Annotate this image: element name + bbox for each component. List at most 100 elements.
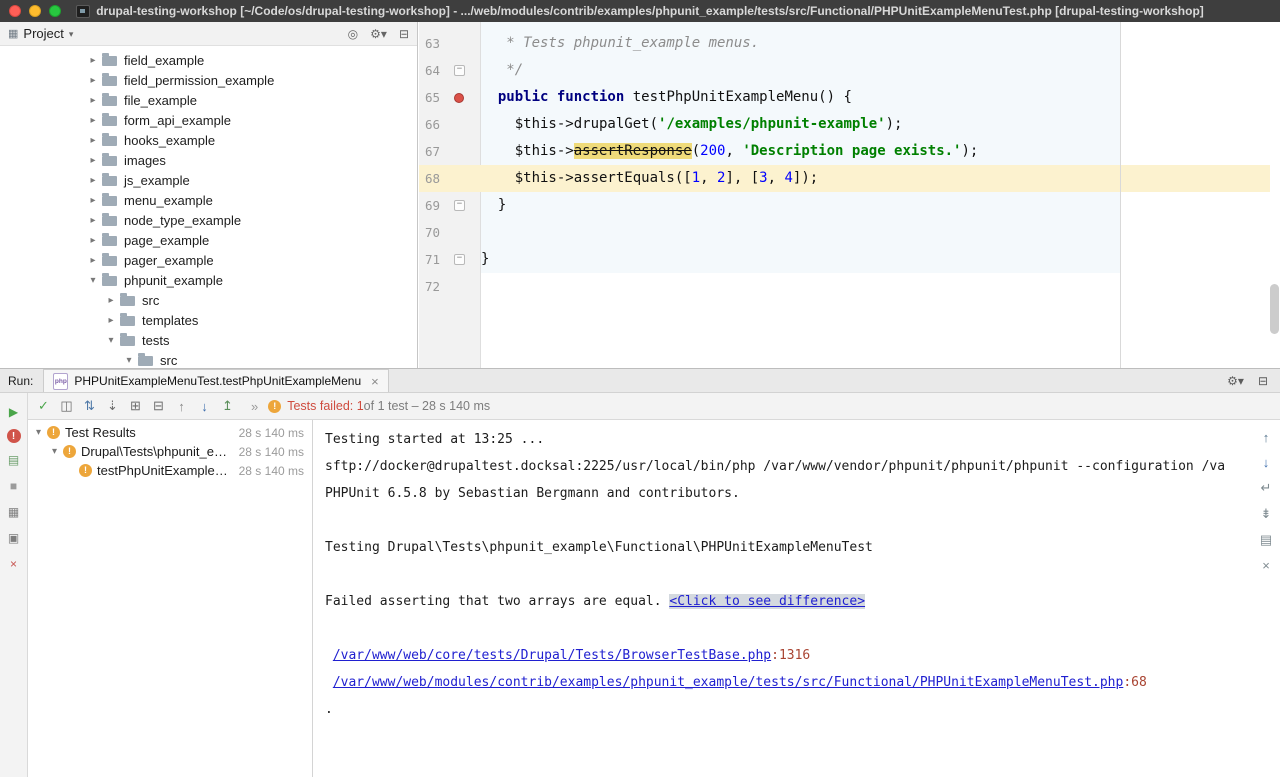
- tree-item-images[interactable]: ▸images: [0, 150, 417, 170]
- show-ignored-icon[interactable]: ◫: [55, 398, 78, 414]
- run-tab[interactable]: php PHPUnitExampleMenuTest.testPhpUnitEx…: [43, 369, 388, 392]
- tree-item-templates[interactable]: ▸ templates: [0, 310, 417, 330]
- tree-item-src[interactable]: ▾src: [0, 350, 417, 368]
- test-tree-item[interactable]: ▾!Test Results28 s 140 ms: [28, 423, 312, 442]
- clear-all-icon[interactable]: ×: [1262, 558, 1270, 573]
- sort-alphabetically-icon[interactable]: ⇅: [78, 398, 101, 414]
- editor-line-70[interactable]: 70: [419, 219, 1270, 246]
- prev-stacktrace-icon[interactable]: ↑: [1263, 430, 1270, 445]
- tests-summary-text: of 1 test – 28 s 140 ms: [364, 399, 490, 413]
- chevron-right-icon[interactable]: ▸: [86, 155, 100, 166]
- tree-item-field_example[interactable]: ▸field_example: [0, 50, 417, 70]
- tree-item-node_type_example[interactable]: ▸node_type_example: [0, 210, 417, 230]
- tree-item-js_example[interactable]: ▸js_example: [0, 170, 417, 190]
- console-text: PHPUnit 6.5.8 by Sebastian Bergmann and …: [325, 486, 740, 501]
- close-tab-icon[interactable]: ×: [371, 374, 379, 389]
- chevron-down-icon[interactable]: ▾: [32, 427, 45, 438]
- next-failed-test-icon[interactable]: ↓: [193, 399, 216, 414]
- print-icon[interactable]: ▤: [1260, 532, 1272, 548]
- rerun-failed-tests-icon[interactable]: !: [7, 429, 21, 443]
- chevron-right-icon[interactable]: ▸: [86, 255, 100, 266]
- next-stacktrace-icon[interactable]: ↓: [1263, 455, 1270, 470]
- editor-line-64[interactable]: 64− */: [419, 57, 1270, 84]
- tree-item-src[interactable]: ▸src: [0, 290, 417, 310]
- test-console[interactable]: Testing started at 13:25 ...sftp://docke…: [313, 420, 1280, 777]
- chevron-down-icon[interactable]: ▾: [104, 335, 118, 346]
- editor-line-65[interactable]: 65 public function testPhpUnitExampleMen…: [419, 84, 1270, 111]
- settings-gear-icon[interactable]: ⚙▾: [370, 27, 387, 41]
- editor-line-72[interactable]: 72: [419, 273, 1270, 300]
- restore-layout-icon[interactable]: ▣: [5, 529, 23, 547]
- minimize-window-button[interactable]: [29, 5, 41, 17]
- rerun-tests-icon[interactable]: ▶: [5, 403, 23, 421]
- toolbar-overflow-icon[interactable]: »: [251, 399, 258, 414]
- expand-all-icon[interactable]: ⊞: [124, 398, 147, 414]
- tab-row-icons: ⚙▾ ⊟: [1213, 374, 1280, 388]
- editor-line-63[interactable]: 63 * Tests phpunit_example menus.: [419, 30, 1270, 57]
- show-passed-icon[interactable]: ✓: [32, 398, 55, 414]
- hide-panel-icon[interactable]: ⊟: [399, 27, 409, 41]
- soft-wrap-icon[interactable]: ↵: [1261, 480, 1272, 496]
- close-icon[interactable]: ×: [5, 555, 23, 573]
- export-test-results-icon[interactable]: ↥: [216, 398, 239, 414]
- tree-item-file_example[interactable]: ▸file_example: [0, 90, 417, 110]
- tree-item-field_permission_example[interactable]: ▸field_permission_example: [0, 70, 417, 90]
- chevron-right-icon[interactable]: ▸: [86, 175, 100, 186]
- chevron-down-icon[interactable]: ▾: [48, 446, 61, 457]
- chevron-right-icon[interactable]: ▸: [86, 115, 100, 126]
- chevron-right-icon[interactable]: ▸: [86, 135, 100, 146]
- hide-panel-icon[interactable]: ⊟: [1258, 374, 1268, 388]
- locate-file-icon[interactable]: ◎: [348, 27, 358, 41]
- sort-by-duration-icon[interactable]: ⇣: [101, 398, 124, 414]
- dump-threads-icon[interactable]: ▦: [5, 503, 23, 521]
- test-history-icon[interactable]: ▤: [5, 451, 23, 469]
- chevron-down-icon[interactable]: ▾: [122, 355, 136, 366]
- close-window-button[interactable]: [9, 5, 21, 17]
- chevron-right-icon[interactable]: ▸: [86, 95, 100, 106]
- code-token: 3: [759, 170, 767, 186]
- chevron-down-icon[interactable]: ▾: [69, 29, 74, 40]
- stop-icon[interactable]: ■: [5, 477, 23, 495]
- tree-item-menu_example[interactable]: ▸menu_example: [0, 190, 417, 210]
- see-difference-link[interactable]: <Click to see difference>: [669, 594, 865, 609]
- editor-line-66[interactable]: 66 $this->drupalGet('/examples/phpunit-e…: [419, 111, 1270, 138]
- chevron-right-icon[interactable]: ▸: [86, 235, 100, 246]
- tree-item-tests[interactable]: ▾tests: [0, 330, 417, 350]
- scrollbar-thumb[interactable]: [1270, 284, 1279, 334]
- tree-item-pager_example[interactable]: ▸pager_example: [0, 250, 417, 270]
- chevron-right-icon[interactable]: ▸: [86, 215, 100, 226]
- tree-item-page_example[interactable]: ▸page_example: [0, 230, 417, 250]
- tree-item-form_api_example[interactable]: ▸form_api_example: [0, 110, 417, 130]
- fold-icon[interactable]: −: [454, 254, 465, 265]
- chevron-right-icon[interactable]: ▸: [104, 295, 118, 306]
- tree-item-label: templates: [142, 313, 198, 328]
- chevron-right-icon[interactable]: ▸: [86, 75, 100, 86]
- test-tree-item[interactable]: ▾!Drupal\Tests\phpunit_example\Functiona…: [28, 442, 312, 461]
- tree-item-phpunit_example[interactable]: ▾phpunit_example: [0, 270, 417, 290]
- editor-line-69[interactable]: 69− }: [419, 192, 1270, 219]
- chevron-down-icon[interactable]: ▾: [86, 275, 100, 286]
- tree-item-hooks_example[interactable]: ▸hooks_example: [0, 130, 417, 150]
- editor-line-67[interactable]: 67 $this->assertResponse(200, 'Descripti…: [419, 138, 1270, 165]
- test-tree-item[interactable]: !testPhpUnitExampleMenu28 s 140 ms: [28, 461, 312, 480]
- test-failed-icon[interactable]: [454, 93, 464, 103]
- console-file-link[interactable]: /var/www/web/core/tests/Drupal/Tests/Bro…: [333, 648, 771, 663]
- project-tool-window-icon[interactable]: ▦: [8, 27, 18, 40]
- tests-failed-status-icon: !: [268, 400, 281, 413]
- collapse-all-icon[interactable]: ⊟: [147, 398, 170, 414]
- chevron-right-icon[interactable]: ▸: [104, 315, 118, 326]
- line-number: 67: [419, 138, 449, 165]
- project-panel-title[interactable]: Project: [23, 26, 63, 41]
- chevron-right-icon[interactable]: ▸: [86, 55, 100, 66]
- console-file-link[interactable]: /var/www/web/modules/contrib/examples/ph…: [333, 675, 1124, 690]
- code-editor[interactable]: 63 * Tests phpunit_example menus.64− */6…: [419, 22, 1280, 368]
- fold-icon[interactable]: −: [454, 65, 465, 76]
- fold-icon[interactable]: −: [454, 200, 465, 211]
- chevron-right-icon[interactable]: ▸: [86, 195, 100, 206]
- editor-line-71[interactable]: 71−}: [419, 246, 1270, 273]
- previous-failed-test-icon[interactable]: ↑: [170, 399, 193, 414]
- settings-gear-icon[interactable]: ⚙▾: [1227, 374, 1244, 388]
- scroll-to-end-icon[interactable]: ⇟: [1261, 506, 1272, 522]
- editor-line-68[interactable]: 68 $this->assertEquals([1, 2], [3, 4]);: [419, 165, 1270, 192]
- zoom-window-button[interactable]: [49, 5, 61, 17]
